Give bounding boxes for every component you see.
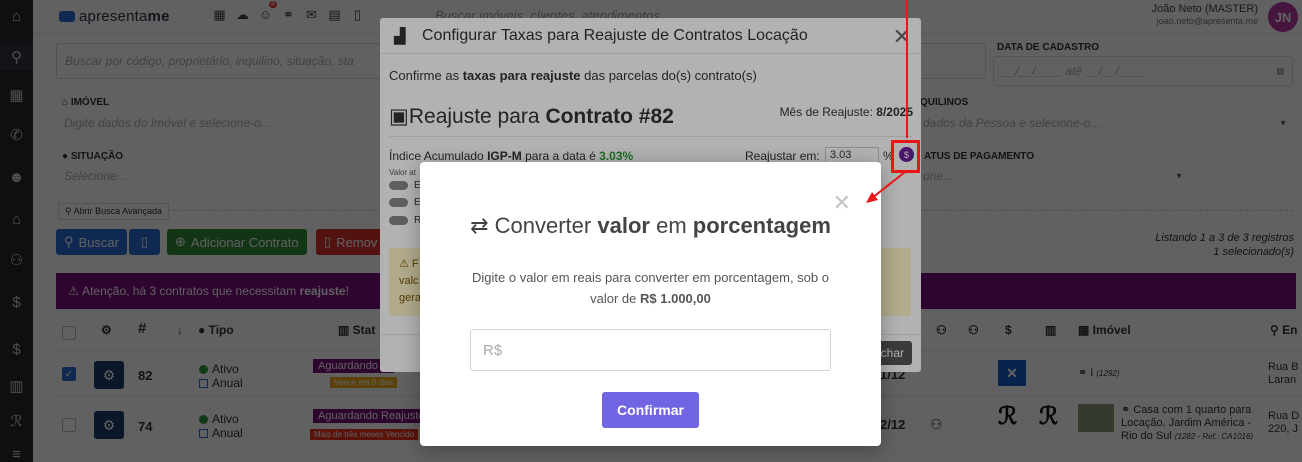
annotation-line xyxy=(906,0,908,138)
converter-description: Digite o valor em reais para converter e… xyxy=(460,267,841,309)
converter-modal: ✕ ⇄ Converter valor em porcentagem Digit… xyxy=(420,162,881,446)
title-prefix: Converter xyxy=(494,213,592,238)
title-mid: em xyxy=(656,213,687,238)
swap-arrows-icon: ⇄ xyxy=(470,213,489,238)
annotation-arrow xyxy=(866,171,906,203)
annotation-box xyxy=(891,140,920,173)
converter-title: ⇄ Converter valor em porcentagem xyxy=(420,213,881,239)
reais-input[interactable]: R$ xyxy=(470,329,831,371)
confirmar-button[interactable]: Confirmar xyxy=(602,392,699,428)
desc-value: R$ 1.000,00 xyxy=(640,291,711,306)
title-bold2: porcentagem xyxy=(692,213,831,238)
title-bold1: valor xyxy=(597,213,650,238)
